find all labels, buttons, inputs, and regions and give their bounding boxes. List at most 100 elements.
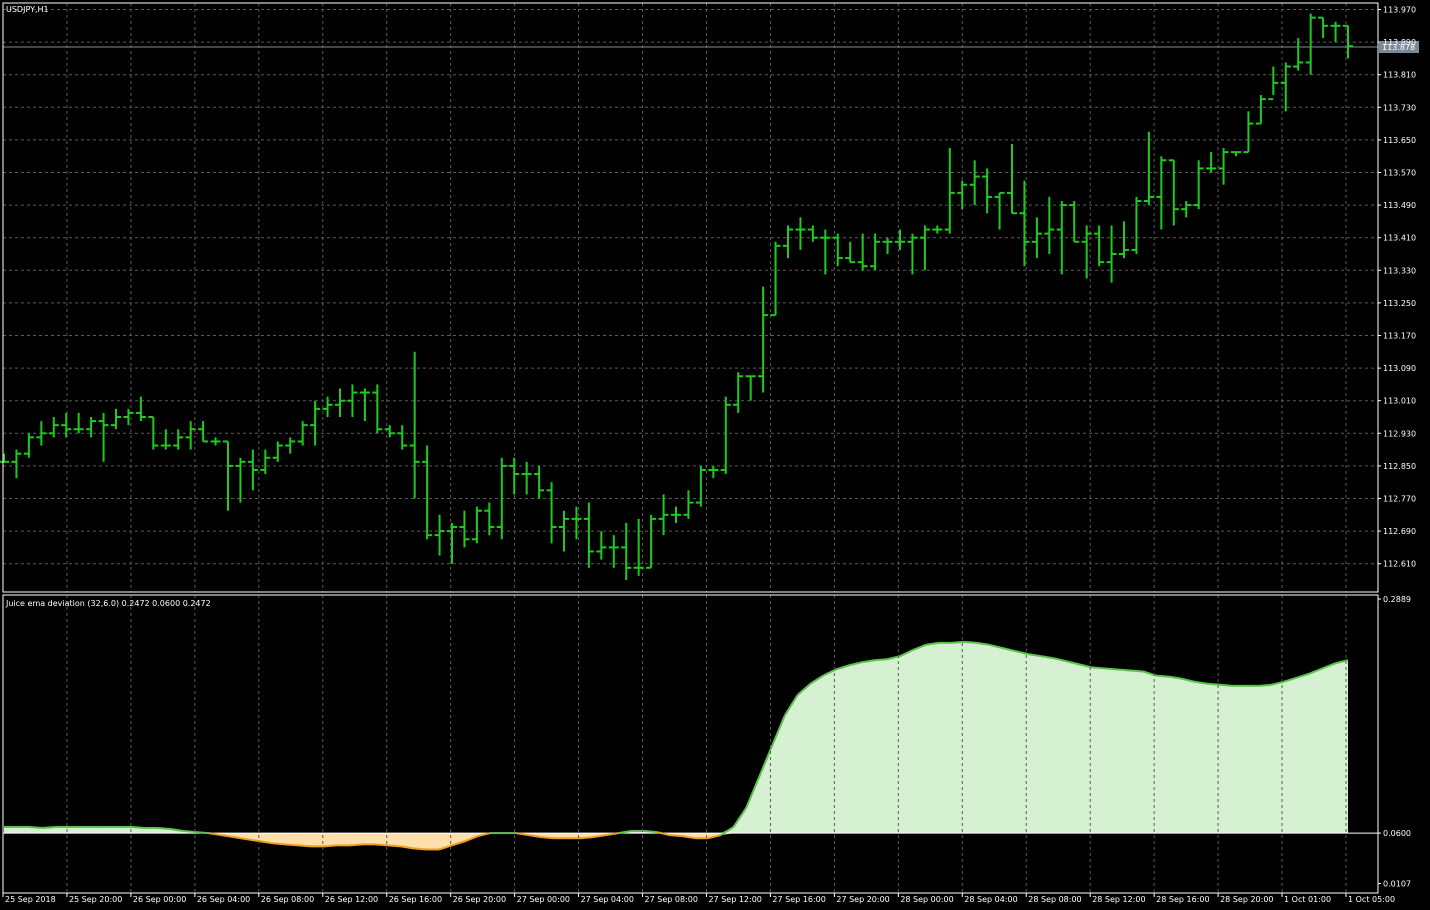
indicator-line-segment xyxy=(669,834,683,838)
ohlc-bar xyxy=(359,388,370,422)
ohlc-bar xyxy=(98,412,109,462)
ohlc-bar xyxy=(459,510,470,548)
price-bars xyxy=(0,13,1353,580)
ohlc-bar xyxy=(1019,180,1030,267)
ohlc-bar xyxy=(646,514,657,569)
y-tick-label: 113.570 xyxy=(1383,169,1416,178)
y-tick-label: 113.970 xyxy=(1383,6,1416,15)
indicator-line-segment xyxy=(349,843,363,847)
x-tick-label: 1 Oct 01:00 xyxy=(1284,895,1331,904)
ohlc-bar xyxy=(447,522,457,564)
positive-area xyxy=(4,641,1348,834)
ohlc-bar xyxy=(223,440,233,511)
ohlc-bar xyxy=(608,535,619,568)
x-tick-label: 27 Sep 20:00 xyxy=(836,895,889,904)
y-tick-label: 112.930 xyxy=(1383,429,1416,438)
indicator-line-segment xyxy=(195,831,209,835)
indicator-area xyxy=(3,640,1378,851)
ohlc-bar xyxy=(11,449,22,479)
ohlc-bar xyxy=(422,445,433,540)
x-tick-label: 26 Sep 12:00 xyxy=(325,895,378,904)
trading-chart[interactable]: 113.970113.890113.810113.730113.650113.5… xyxy=(0,0,1430,910)
y-tick-label: 112.610 xyxy=(1383,560,1416,569)
x-tick-label: 28 Sep 12:00 xyxy=(1092,895,1145,904)
x-tick-label: 26 Sep 00:00 xyxy=(133,895,186,904)
ohlc-bar xyxy=(1343,24,1353,59)
indicator-line-segment xyxy=(1130,669,1144,673)
indicator-line-segment xyxy=(375,843,389,847)
ohlc-bar xyxy=(521,461,532,495)
indicator-line-segment xyxy=(42,825,56,829)
y-tick-label: 113.650 xyxy=(1383,136,1416,145)
ohlc-bar xyxy=(857,233,868,271)
indicator-line-segment xyxy=(157,826,171,830)
ohlc-bar xyxy=(272,441,283,462)
ohlc-bar xyxy=(310,400,321,446)
ohlc-bar xyxy=(1143,131,1154,206)
ohlc-bar xyxy=(1007,143,1017,215)
ohlc-bar xyxy=(807,225,818,242)
indicator-line-segment xyxy=(298,844,312,848)
x-tick-label: 1 Oct 05:00 xyxy=(1348,895,1395,904)
indicator-line-segment xyxy=(285,843,299,847)
grid-lines xyxy=(2,3,1378,592)
ohlc-bar xyxy=(882,237,893,254)
ohlc-bar xyxy=(1305,13,1316,75)
y-tick-label: 113.730 xyxy=(1383,103,1416,112)
ohlc-bar xyxy=(1168,159,1179,226)
ohlc-bar xyxy=(23,433,34,458)
ohlc-bar xyxy=(397,425,408,450)
ohlc-bar xyxy=(0,453,9,463)
ohlc-bar xyxy=(1119,221,1129,259)
indicator-line-segment xyxy=(951,640,965,644)
x-tick-label: 27 Sep 12:00 xyxy=(708,895,761,904)
ohlc-bar xyxy=(1106,225,1117,283)
indicator-line-segment xyxy=(1091,666,1105,670)
indicator-line-segment xyxy=(131,825,145,829)
ohlc-bar xyxy=(235,457,246,503)
x-tick-label: 26 Sep 16:00 xyxy=(389,895,442,904)
ohlc-bar xyxy=(322,396,333,417)
ohlc-bar xyxy=(1069,201,1080,243)
y-tick-label: 112.770 xyxy=(1383,495,1416,504)
ohlc-bar xyxy=(770,241,781,317)
ohlc-bar xyxy=(583,502,594,568)
x-tick-label: 28 Sep 16:00 xyxy=(1156,895,1209,904)
x-tick-label: 27 Sep 16:00 xyxy=(772,895,825,904)
indicator-title: Juice ema deviation (32,6.0) 0.2472 0.06… xyxy=(5,599,211,608)
y-tick-label: 113.170 xyxy=(1383,332,1416,341)
indicator-line-segment xyxy=(1207,682,1221,686)
ohlc-bar xyxy=(795,217,806,250)
price-panel-frame xyxy=(2,2,1379,593)
x-tick-label: 26 Sep 08:00 xyxy=(261,895,314,904)
ohlc-bar xyxy=(260,449,271,475)
y-tick-label: 112.690 xyxy=(1383,527,1416,536)
ohlc-bar xyxy=(969,160,980,206)
ohlc-bar xyxy=(1206,152,1217,173)
indicator-line-segment xyxy=(1117,668,1131,672)
ohlc-bar xyxy=(1330,21,1341,43)
ohlc-bar xyxy=(185,421,196,450)
ohlc-bar xyxy=(1031,217,1042,259)
y-tick-label: 113.250 xyxy=(1383,299,1416,308)
ohlc-bar xyxy=(160,429,171,450)
ohlc-bar xyxy=(247,449,258,491)
ohlc-bar xyxy=(123,408,134,426)
indicator-line-segment xyxy=(387,844,401,848)
ohlc-bar xyxy=(48,417,59,438)
indicator-line-segment xyxy=(1258,683,1272,687)
current-price-label: 113.878 xyxy=(1382,43,1415,52)
ohlc-bar xyxy=(86,417,97,438)
ohlc-bar xyxy=(1181,201,1192,218)
ohlc-bar xyxy=(720,396,731,475)
y-tick-label: 113.010 xyxy=(1383,397,1416,406)
indicator-line-segment xyxy=(963,640,977,644)
ohlc-bar xyxy=(285,437,296,454)
ohlc-bar xyxy=(534,465,545,499)
ohlc-bar xyxy=(982,168,993,214)
ohlc-bar xyxy=(471,506,482,544)
ohlc-bar xyxy=(1243,111,1254,154)
ohlc-bar xyxy=(496,457,507,540)
y-tick-label: 113.490 xyxy=(1383,201,1416,210)
ohlc-bar xyxy=(919,225,930,271)
